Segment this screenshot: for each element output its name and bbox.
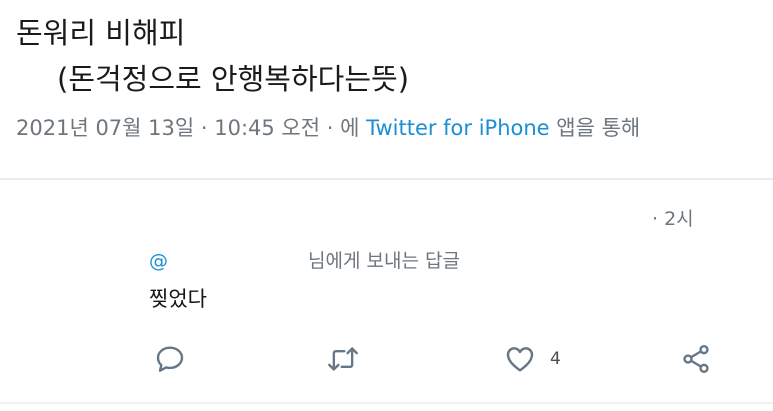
tweet-meta: 2021년 07월 13일 · 10:45 오전 · 에 Twitter for…	[16, 112, 640, 142]
share-icon	[680, 343, 712, 375]
reply-text: 찢었다	[149, 287, 207, 311]
meta-separator: ·	[194, 116, 215, 140]
reply-to-mention-link[interactable]: @	[149, 250, 168, 272]
reply-icon	[154, 343, 186, 375]
replying-to: @ 님에게 보내는 답글	[149, 246, 460, 273]
tweet-time[interactable]: 10:45 오전	[214, 116, 320, 140]
tweet-text-line-2: (돈걱정으로 안행복하다는뜻)	[57, 62, 410, 96]
reply-to-suffix: 님에게 보내는 답글	[308, 250, 460, 272]
share-button[interactable]	[680, 342, 712, 376]
tweet-text: 돈워리 비해피 (돈걱정으로 안행복하다는뜻)	[16, 10, 409, 102]
tweet-date[interactable]: 2021년 07월 13일	[16, 116, 194, 140]
via-app-link[interactable]: Twitter for iPhone	[366, 116, 550, 140]
retweet-button[interactable]	[326, 342, 360, 376]
like-button[interactable]: 4	[504, 342, 561, 376]
tweet-text-line-1: 돈워리 비해피	[16, 16, 186, 50]
bottom-divider	[0, 402, 773, 404]
like-icon	[504, 343, 536, 375]
tweet-divider	[0, 178, 773, 180]
retweet-icon	[326, 343, 360, 375]
reply-button[interactable]	[154, 342, 186, 376]
via-prefix: 에	[340, 116, 367, 140]
meta-separator: ·	[320, 116, 341, 140]
via-suffix: 앱을 통해	[549, 116, 641, 140]
like-count: 4	[550, 349, 561, 369]
reply-timestamp[interactable]: · 2시	[652, 204, 694, 231]
